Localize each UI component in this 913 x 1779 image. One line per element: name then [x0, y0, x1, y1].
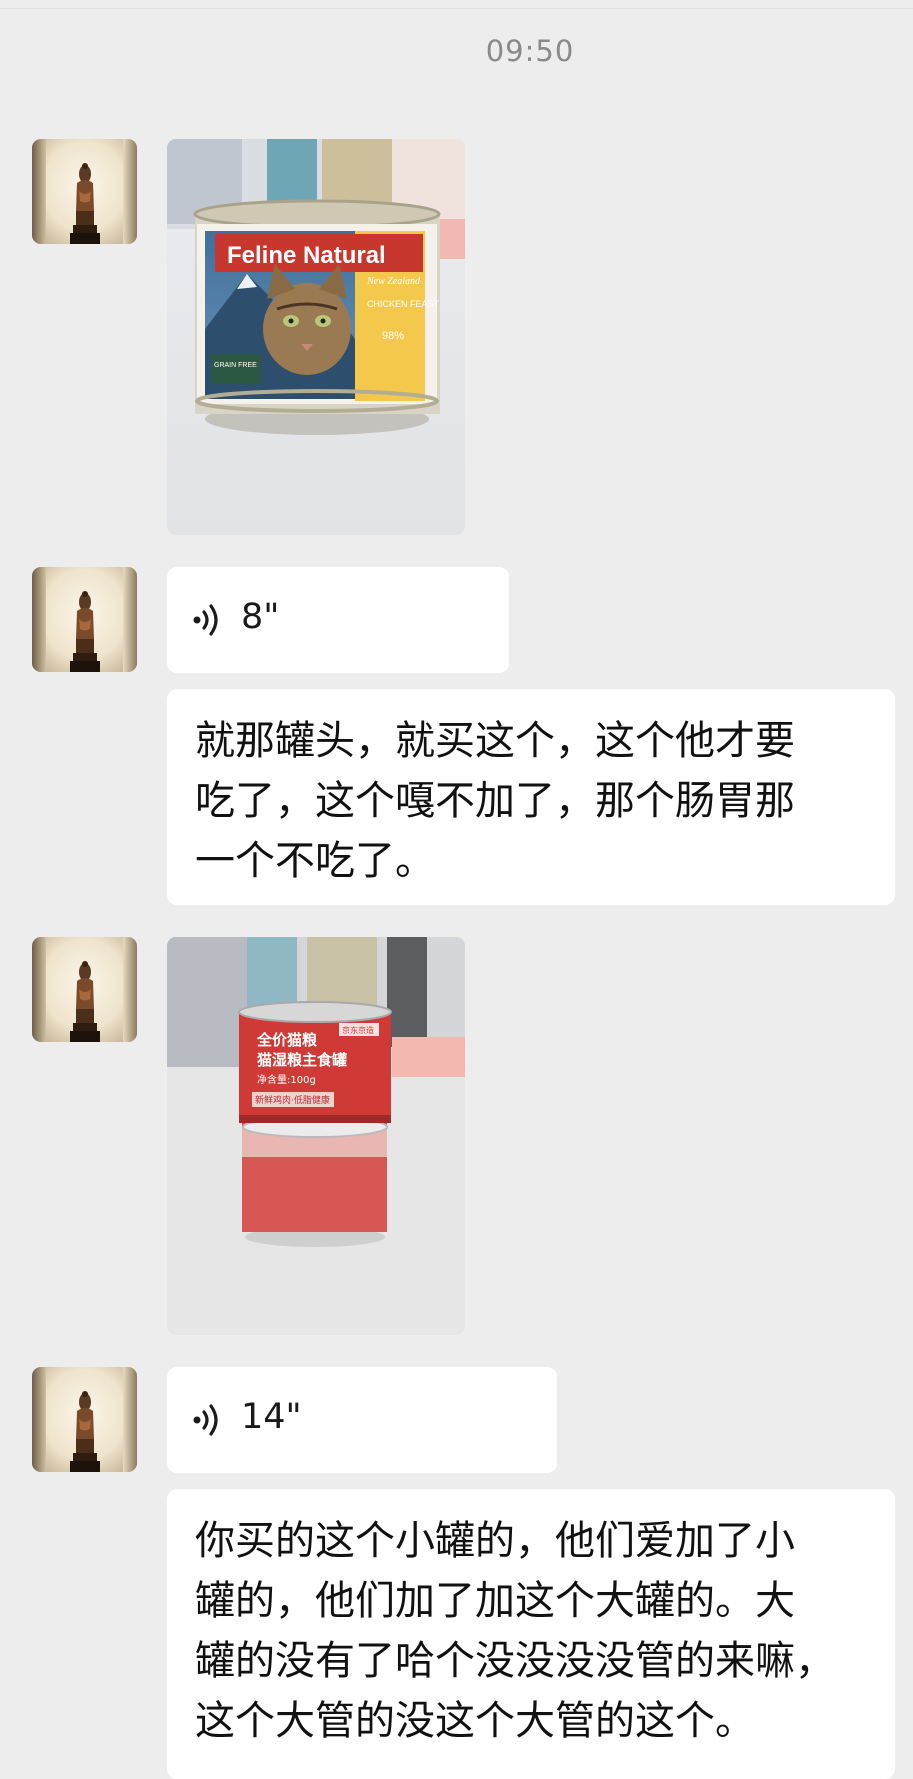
- message-line: 一个不吃了。: [195, 838, 435, 884]
- svg-text:98%: 98%: [382, 330, 404, 342]
- can-label-2: 猫湿粮主食罐: [257, 1051, 347, 1069]
- voice-wave-icon: [193, 1404, 218, 1436]
- message-line: 就那罐头，就买这个，这个他才要: [195, 718, 795, 764]
- statue-avatar-icon: [70, 1391, 100, 1472]
- svg-text:京东京造: 京东京造: [342, 1025, 374, 1035]
- message-line: 罐的没有了哈个没没没没管的来嘛，: [195, 1638, 835, 1684]
- avatar[interactable]: [32, 1367, 137, 1472]
- message-line: 你买的这个小罐的，他们爱加了小: [195, 1518, 795, 1564]
- message-line: 罐的，他们加了加这个大罐的。大: [195, 1578, 795, 1624]
- timestamp: 09:50: [485, 34, 575, 68]
- avatar[interactable]: [32, 937, 137, 1042]
- avatar[interactable]: [32, 139, 137, 244]
- avatar[interactable]: [32, 567, 137, 672]
- brand-text: Feline Natural: [227, 242, 386, 269]
- statue-avatar-icon: [70, 961, 100, 1042]
- chat-image-red-cans[interactable]: 全价猫粮 猫湿粮主食罐 净含量:100g 京东京造 新鲜鸡肉·低脂健康: [167, 937, 465, 1335]
- can-label-1: 全价猫粮: [256, 1031, 318, 1049]
- chat-image-feline-can[interactable]: Feline Natural New Zealand CHICKEN FEAST…: [167, 139, 465, 535]
- text-message[interactable]: 你买的这个小罐的，他们爱加了小 罐的，他们加了加这个大罐的。大 罐的没有了哈个没…: [167, 1489, 895, 1779]
- svg-text:新鲜鸡肉·低脂健康: 新鲜鸡肉·低脂健康: [255, 1094, 330, 1106]
- statue-avatar-icon: [70, 163, 100, 244]
- voice-duration: 8": [241, 597, 280, 637]
- voice-message[interactable]: 14": [167, 1367, 557, 1473]
- statue-avatar-icon: [70, 591, 100, 672]
- voice-message[interactable]: 8": [167, 567, 509, 673]
- message-line: 吃了，这个嘎不加了，那个肠胃那: [195, 778, 795, 824]
- voice-duration: 14": [241, 1397, 302, 1437]
- voice-wave-icon: [193, 604, 218, 636]
- message-line: 这个大管的没这个大管的这个。: [195, 1698, 755, 1744]
- svg-text:净含量:100g: 净含量:100g: [257, 1073, 316, 1086]
- top-divider: [0, 0, 913, 9]
- svg-text:CHICKEN FEAST: CHICKEN FEAST: [367, 299, 440, 309]
- text-message[interactable]: 就那罐头，就买这个，这个他才要 吃了，这个嘎不加了，那个肠胃那 一个不吃了。: [167, 689, 895, 905]
- svg-text:New Zealand: New Zealand: [366, 276, 421, 287]
- svg-text:GRAIN FREE: GRAIN FREE: [214, 362, 257, 369]
